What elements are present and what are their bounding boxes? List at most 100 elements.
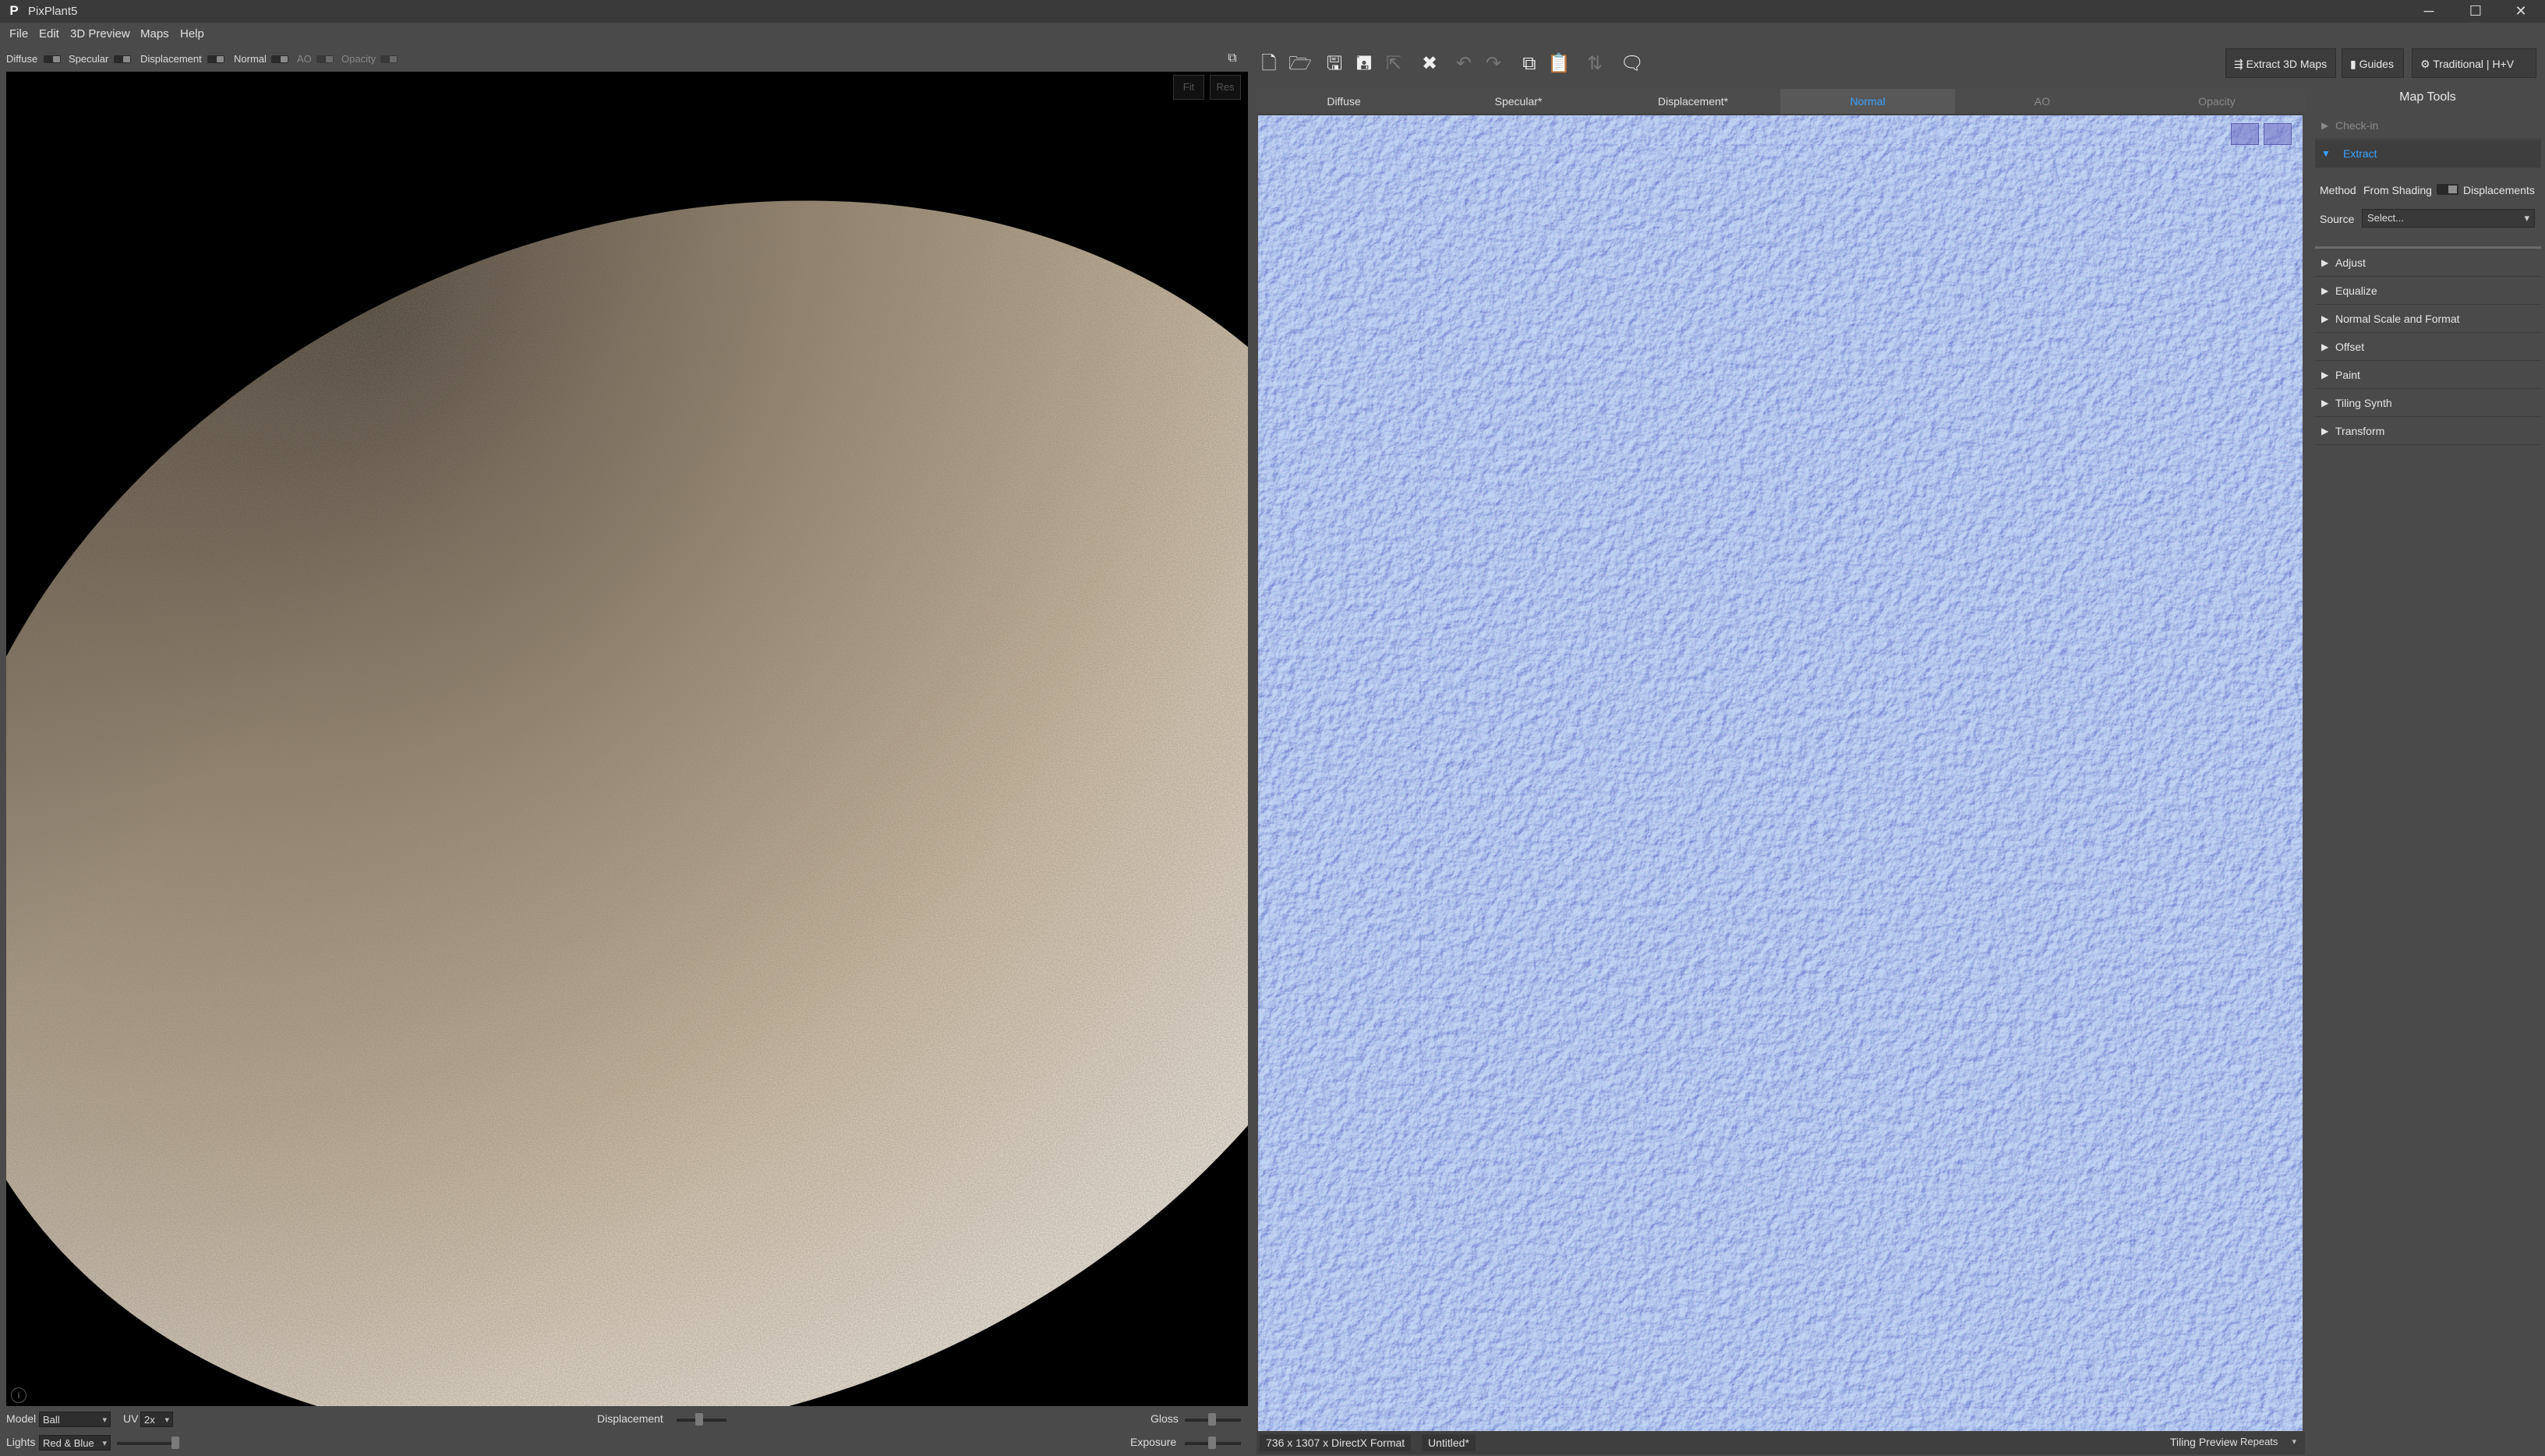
gloss-label: Gloss — [1151, 1412, 1179, 1425]
method-option-from-shading[interactable]: From Shading — [2363, 184, 2432, 196]
tiling-preview-select[interactable]: Repeats — [2237, 1434, 2299, 1450]
displacement-slider-knob[interactable] — [695, 1413, 703, 1426]
expand-arrow-icon: ▶ — [2321, 398, 2329, 408]
uv-stepper[interactable]: 2x — [140, 1412, 173, 1428]
menu-maps[interactable]: Maps — [140, 27, 169, 41]
tool-normal-scale-format[interactable]: ▶ Normal Scale and Format — [2315, 306, 2541, 333]
export-icon[interactable]: ⇱ — [1378, 48, 1409, 80]
tool-transform[interactable]: ▶ Transform — [2315, 418, 2541, 445]
open-folder-icon[interactable]: 🗁 — [1285, 48, 1316, 80]
splitter-handle[interactable] — [1250, 47, 1255, 1456]
source-select[interactable]: Select... — [2362, 209, 2535, 228]
extract-3d-maps-icon: ⇶ — [2234, 58, 2246, 70]
uv-label: UV — [123, 1412, 139, 1425]
paste-icon[interactable]: 📋 — [1543, 48, 1575, 80]
menu-edit[interactable]: Edit — [39, 27, 59, 41]
toggle-displacement-switch[interactable] — [207, 55, 224, 63]
close-map-icon[interactable]: ✖ — [1414, 48, 1445, 80]
toggle-opacity-switch[interactable] — [380, 55, 398, 63]
tool-paint-label: Paint — [2335, 369, 2360, 381]
info-icon[interactable]: i — [11, 1387, 27, 1403]
toggle-ao-switch[interactable] — [316, 55, 334, 63]
tab-opacity[interactable]: Opacity — [2130, 89, 2304, 114]
guides-icon: ▮ — [2350, 58, 2359, 70]
guides-button-label: Guides — [2359, 58, 2394, 70]
tool-adjust-label: Adjust — [2335, 256, 2366, 269]
lights-select[interactable]: Red & Blue — [39, 1435, 111, 1451]
tool-normal-scale-format-label: Normal Scale and Format — [2335, 313, 2460, 325]
toggle-normal-switch[interactable] — [271, 55, 288, 63]
menu-help[interactable]: Help — [180, 27, 204, 41]
mode-button[interactable]: ⚙ Traditional | H+V — [2412, 48, 2536, 78]
method-toggle-switch[interactable] — [2437, 184, 2458, 195]
method-option-displacements[interactable]: Displacements — [2463, 184, 2535, 196]
undo-icon[interactable]: ↶ — [1448, 48, 1479, 80]
redo-icon[interactable]: ↷ — [1478, 48, 1509, 80]
save-as-icon[interactable]: 🖪 — [1348, 48, 1380, 80]
tool-extract[interactable]: ▼ Extract — [2315, 140, 2541, 168]
gear-icon: ⚙ — [2420, 58, 2434, 70]
tool-paint[interactable]: ▶ Paint — [2315, 362, 2541, 389]
tool-check-in[interactable]: ▶ Check-in — [2315, 112, 2541, 140]
model-select[interactable]: Ball — [39, 1412, 111, 1428]
exposure-slider-knob[interactable] — [1208, 1437, 1216, 1449]
tiling-preview-label: Tiling Preview — [2170, 1436, 2238, 1448]
tool-adjust[interactable]: ▶ Adjust — [2315, 249, 2541, 277]
extract-section-divider — [2315, 246, 2541, 249]
tab-displacement[interactable]: Displacement* — [1606, 89, 1780, 114]
tab-ao[interactable]: AO — [1955, 89, 2130, 114]
map-tools-title: Map Tools — [2399, 90, 2456, 104]
method-label: Method — [2320, 184, 2356, 196]
res-button[interactable]: Res — [1210, 75, 1241, 100]
save-icon[interactable]: 🖫 — [1319, 48, 1350, 80]
detach-view-icon[interactable]: ⧉ — [1225, 51, 1239, 65]
normal-map-canvas[interactable] — [1258, 115, 2303, 1431]
source-label: Source — [2320, 213, 2355, 225]
3d-preview-viewport[interactable] — [6, 72, 1248, 1406]
canvas-zoom-res-button[interactable] — [2264, 123, 2292, 145]
status-filename: Untitled* — [1422, 1434, 1476, 1451]
toggle-ao-label: AO — [297, 53, 312, 65]
displacement-label: Displacement — [597, 1412, 663, 1425]
extract-3d-maps-button-label: Extract 3D Maps — [2246, 58, 2328, 70]
toggle-displacement-label: Displacement — [140, 53, 202, 65]
tool-equalize-label: Equalize — [2335, 284, 2377, 297]
collapse-arrow-icon: ▼ — [2321, 148, 2331, 159]
canvas-zoom-fit-button[interactable] — [2231, 123, 2259, 145]
minimize-button[interactable]: ─ — [2405, 0, 2453, 23]
lights-select-value: Red & Blue — [43, 1437, 94, 1449]
tab-specular[interactable]: Specular* — [1431, 89, 1606, 114]
lights-slider[interactable] — [117, 1442, 179, 1445]
exposure-label: Exposure — [1130, 1436, 1177, 1448]
menu-bar — [0, 23, 2545, 48]
tab-diffuse[interactable]: Diffuse — [1257, 89, 1431, 114]
menu-3d-preview[interactable]: 3D Preview — [70, 27, 130, 41]
extract-3d-maps-button[interactable]: ⇶ Extract 3D Maps — [2225, 48, 2336, 78]
tool-check-in-label: Check-in — [2335, 119, 2379, 132]
toggle-specular-switch[interactable] — [114, 55, 131, 63]
lights-slider-knob[interactable] — [171, 1437, 179, 1449]
menu-file[interactable]: File — [9, 27, 28, 41]
maximize-button[interactable]: ☐ — [2451, 0, 2500, 23]
tool-offset[interactable]: ▶ Offset — [2315, 334, 2541, 361]
copy-icon[interactable]: ⧉ — [1514, 48, 1545, 80]
toggle-specular-label: Specular — [69, 53, 109, 65]
toggle-opacity-label: Opacity — [341, 53, 376, 65]
close-button[interactable]: ✕ — [2497, 0, 2545, 23]
swap-icon[interactable]: ⇅ — [1579, 48, 1610, 80]
guides-button[interactable]: ▮ Guides — [2342, 48, 2404, 78]
comment-icon[interactable]: 🗨 — [1617, 48, 1648, 80]
model-label: Model — [6, 1412, 37, 1425]
tool-transform-label: Transform — [2335, 425, 2385, 437]
expand-arrow-icon: ▶ — [2321, 426, 2329, 436]
toggle-diffuse-switch[interactable] — [44, 55, 61, 63]
tiling-preview-select-value: Repeats — [2240, 1436, 2278, 1447]
fit-button[interactable]: Fit — [1173, 75, 1204, 100]
tool-equalize[interactable]: ▶ Equalize — [2315, 277, 2541, 305]
tool-tiling-synth[interactable]: ▶ Tiling Synth — [2315, 390, 2541, 417]
tab-normal[interactable]: Normal — [1780, 89, 1955, 114]
new-file-icon[interactable]: 🗋 — [1253, 48, 1285, 80]
expand-arrow-icon: ▶ — [2321, 313, 2329, 324]
expand-arrow-icon: ▶ — [2321, 369, 2329, 380]
gloss-slider-knob[interactable] — [1208, 1413, 1216, 1426]
